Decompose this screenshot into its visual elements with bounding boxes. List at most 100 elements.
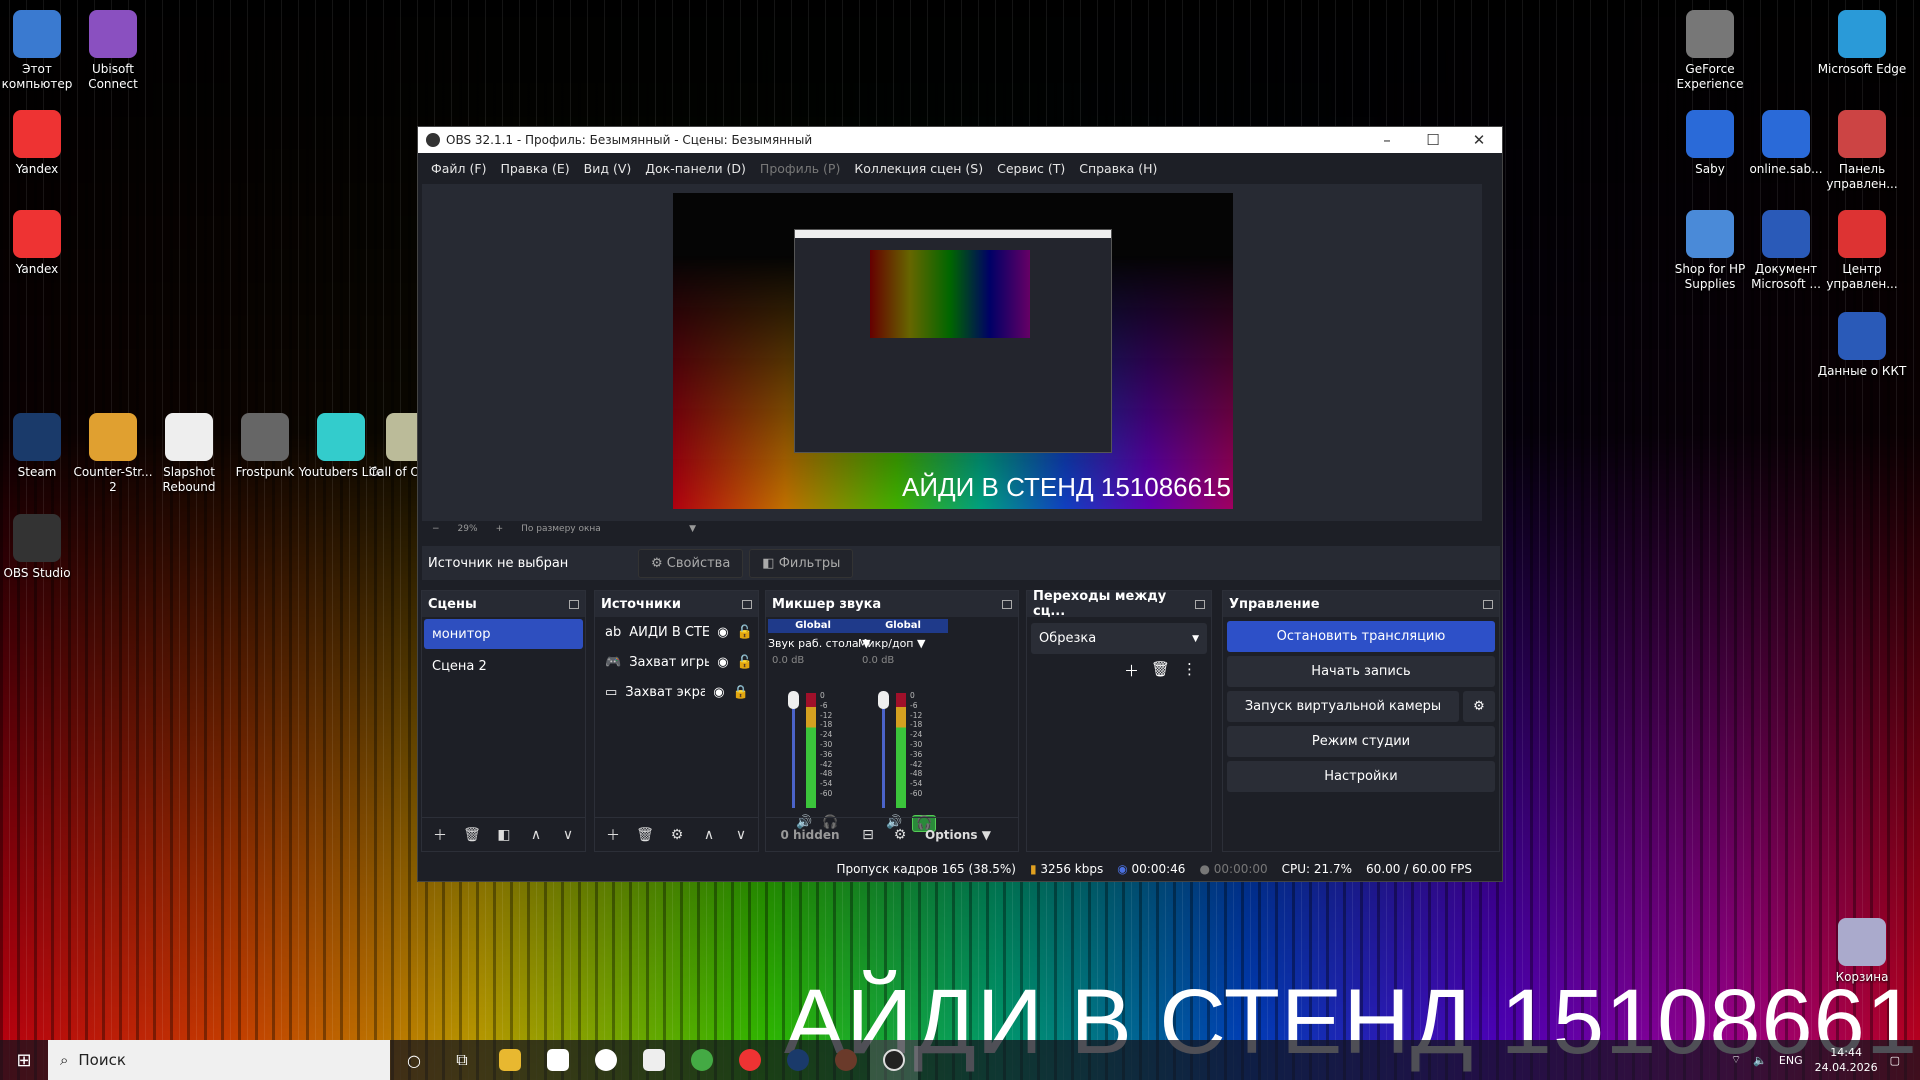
move-up-button[interactable]: ∧ xyxy=(695,827,723,843)
add-transition-button[interactable]: ＋ xyxy=(1124,660,1139,681)
desktop-icon-label: Microsoft Edge xyxy=(1817,62,1907,76)
notifications-icon[interactable]: ▢ xyxy=(1890,1054,1900,1067)
trash-icon[interactable]: 🗑 xyxy=(1151,660,1170,681)
channel-name-dropdown[interactable]: Звук раб. стола ▼ xyxy=(768,637,871,650)
add-source-button[interactable]: ＋ xyxy=(599,825,627,845)
desktop-icon[interactable]: GeForce Experience xyxy=(1665,10,1755,92)
eye-icon[interactable]: ◉ xyxy=(717,655,728,670)
taskbar-yandex-browser[interactable] xyxy=(726,1040,774,1080)
scene-item[interactable]: Сцена 2 xyxy=(424,651,583,681)
source-item[interactable]: ▭ Захват экрана ◉ 🔒 xyxy=(595,677,758,707)
taskbar-store[interactable] xyxy=(534,1040,582,1080)
layout-toggle-icon[interactable]: ⊟ xyxy=(854,827,882,843)
scale-tick: -12 xyxy=(910,710,923,720)
desktop-icon[interactable]: Центр управлен... xyxy=(1817,210,1907,292)
taskbar-yandex[interactable] xyxy=(582,1040,630,1080)
unlock-icon[interactable]: 🔓 xyxy=(737,625,753,640)
start-button[interactable]: ⊞ xyxy=(0,1040,48,1080)
eye-icon[interactable]: ◉ xyxy=(717,625,728,640)
virtual-camera-settings-icon[interactable]: ⚙ xyxy=(1463,691,1495,722)
undock-icon[interactable] xyxy=(1483,599,1493,609)
start-virtual-camera-button[interactable]: Запуск виртуальной камеры xyxy=(1227,691,1459,722)
move-down-button[interactable]: ∨ xyxy=(554,827,582,843)
menu-view[interactable]: Вид (V) xyxy=(577,161,639,176)
desktop-icon[interactable]: Панель управлен... xyxy=(1817,110,1907,192)
source-toolbar: Источник не выбран ⚙ Свойства ◧ Фильтры xyxy=(422,546,1500,580)
filters-button[interactable]: ◧ Фильтры xyxy=(749,548,854,578)
settings-button[interactable]: Настройки xyxy=(1227,761,1495,792)
undock-icon[interactable] xyxy=(1002,599,1012,609)
transition-value: Обрезка xyxy=(1039,631,1097,646)
zoom-mode-select[interactable]: По размеру окна xyxy=(521,524,671,534)
undock-icon[interactable] xyxy=(569,599,579,609)
taskbar-app[interactable] xyxy=(822,1040,870,1080)
title-bar[interactable]: OBS 32.1.1 - Профиль: Безымянный - Сцены… xyxy=(418,127,1502,153)
language-indicator[interactable]: ENG xyxy=(1779,1054,1803,1067)
menu-tools[interactable]: Сервис (T) xyxy=(990,161,1072,176)
app-icon xyxy=(241,413,289,461)
desktop-icon[interactable]: Данные о ККТ xyxy=(1817,312,1907,379)
time: 14:44 xyxy=(1830,1046,1862,1059)
transition-select[interactable]: Обрезка ▼ xyxy=(1031,623,1207,654)
desktop-icon[interactable]: Yandex xyxy=(0,210,82,277)
minimize-button[interactable]: – xyxy=(1364,131,1410,149)
hidden-count[interactable]: 0 hidden xyxy=(770,828,850,842)
scene-filters-button[interactable]: ◧ xyxy=(490,827,518,843)
menu-profile[interactable]: Профиль (P) xyxy=(753,161,847,176)
eye-icon[interactable]: ◉ xyxy=(713,685,724,700)
cortana-button[interactable]: ○ xyxy=(390,1040,438,1080)
desktop-icon[interactable]: Yandex xyxy=(0,110,82,177)
desktop-icon[interactable]: Ubisoft Connect xyxy=(68,10,158,92)
undock-icon[interactable] xyxy=(742,599,752,609)
maximize-button[interactable]: ☐ xyxy=(1410,131,1456,149)
network-icon[interactable]: ⌔ xyxy=(1731,1053,1741,1067)
menu-edit[interactable]: Правка (E) xyxy=(493,161,576,176)
zoom-out-button[interactable]: − xyxy=(432,524,440,534)
desktop-icon[interactable]: Microsoft Edge xyxy=(1817,10,1907,77)
search-box[interactable]: ⌕ Поиск xyxy=(48,1040,390,1080)
taskbar-utorrent[interactable] xyxy=(678,1040,726,1080)
volume-icon[interactable]: 🔈 xyxy=(1753,1054,1767,1067)
more-options-icon[interactable]: ⋮ xyxy=(1182,660,1197,681)
move-down-button[interactable]: ∨ xyxy=(727,827,755,843)
menu-help[interactable]: Справка (H) xyxy=(1072,161,1164,176)
taskbar-explorer[interactable] xyxy=(486,1040,534,1080)
start-recording-button[interactable]: Начать запись xyxy=(1227,656,1495,687)
undock-icon[interactable] xyxy=(1195,599,1205,609)
zoom-in-button[interactable]: + xyxy=(496,524,504,534)
gear-icon[interactable]: ⚙ xyxy=(663,827,691,843)
properties-label: Свойства xyxy=(666,555,731,571)
taskbar-steam[interactable] xyxy=(774,1040,822,1080)
scene-item[interactable]: монитор xyxy=(424,619,583,649)
menu-scene-collection[interactable]: Коллекция сцен (S) xyxy=(847,161,990,176)
lock-icon[interactable]: 🔒 xyxy=(733,685,749,700)
volume-slider[interactable] xyxy=(878,691,889,808)
move-up-button[interactable]: ∧ xyxy=(522,827,550,843)
advanced-settings-icon[interactable]: ⚙ xyxy=(886,827,914,843)
options-button[interactable]: Options ▼ xyxy=(918,828,998,842)
studio-mode-button[interactable]: Режим студии xyxy=(1227,726,1495,757)
channel-name-dropdown[interactable]: Микр/доп ▼ xyxy=(858,637,948,650)
trash-icon[interactable]: 🗑 xyxy=(631,827,659,843)
menu-docks[interactable]: Док-панели (D) xyxy=(638,161,753,176)
source-item[interactable]: 🎮 Захват игры ◉ 🔓 xyxy=(595,647,758,677)
close-button[interactable]: ✕ xyxy=(1456,131,1502,149)
menu-file[interactable]: Файл (F) xyxy=(424,161,493,176)
stop-stream-button[interactable]: Остановить трансляцию xyxy=(1227,621,1495,652)
unlock-icon[interactable]: 🔓 xyxy=(737,655,753,670)
add-scene-button[interactable]: ＋ xyxy=(426,825,454,845)
clock[interactable]: 14:44 24.04.2026 xyxy=(1815,1045,1878,1075)
properties-button[interactable]: ⚙ Свойства xyxy=(638,548,744,578)
chevron-down-icon[interactable]: ▼ xyxy=(689,524,696,534)
sources-dock: Источники abАЙДИ В СТЕНД◉🔓 🎮Захват игры◉… xyxy=(594,590,759,852)
preview-canvas[interactable]: АЙДИ В СТЕНД 151086615 xyxy=(673,193,1233,509)
source-item[interactable]: ab АЙДИ В СТЕНД ◉ 🔓 xyxy=(595,617,758,647)
volume-slider[interactable] xyxy=(788,691,799,808)
trash-icon[interactable]: 🗑 xyxy=(458,827,486,843)
preview-area[interactable]: АЙДИ В СТЕНД 151086615 xyxy=(422,184,1482,521)
desktop-icon[interactable]: OBS Studio xyxy=(0,514,82,581)
taskbar-obs[interactable] xyxy=(870,1040,918,1080)
task-view-button[interactable]: ⧉ xyxy=(438,1040,486,1080)
taskbar-mail[interactable] xyxy=(630,1040,678,1080)
mixer-channel: Global Звук раб. стола ▼ 0.0 dB 0 -6 -12 -1… xyxy=(768,619,871,830)
